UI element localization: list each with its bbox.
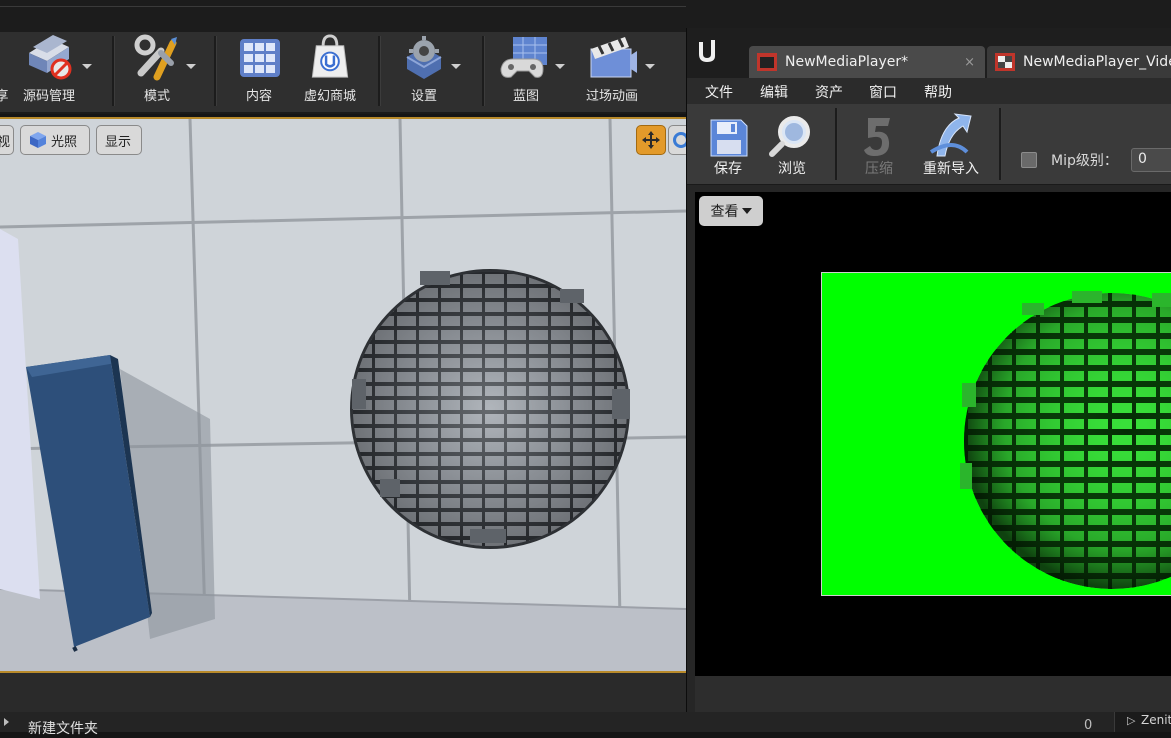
zenith-item[interactable]: ▷ Zenit — [1114, 712, 1171, 732]
lit-label: 光照 — [51, 134, 78, 150]
compress-button[interactable]: 压缩 — [857, 104, 901, 184]
cinematics-dropdown-icon[interactable] — [645, 64, 655, 69]
settings-button[interactable]: 设置 — [394, 32, 454, 110]
marketplace-label: 虚幻商城 — [303, 89, 356, 104]
editor-status-bar — [695, 676, 1171, 712]
menu-edit[interactable]: 编辑 — [760, 82, 788, 102]
media-player-editor: NewMediaPlayer* × NewMediaPlayer_Vide 文件… — [686, 28, 1171, 712]
menu-asset[interactable]: 资产 — [815, 82, 843, 102]
scene-render — [0, 119, 686, 671]
move-arrows-icon — [642, 131, 660, 149]
modes-icon — [134, 34, 177, 81]
item-count: 0 — [1084, 718, 1093, 733]
view-options-label: 查看 — [710, 204, 739, 220]
modes-label: 模式 — [143, 89, 170, 104]
marketplace-icon — [311, 34, 349, 78]
zenith-expand-icon: ▷ — [1127, 714, 1136, 727]
reimport-icon — [929, 113, 972, 157]
tab-new-media-player-video[interactable]: NewMediaPlayer_Vide — [987, 46, 1171, 78]
browse-label: 浏览 — [778, 161, 806, 177]
editor-toolbar: 保存 浏览 压缩 重新导入 Mip级别： 0 — [687, 104, 1171, 185]
reimport-label: 重新导入 — [923, 161, 979, 177]
content-icon — [240, 39, 280, 77]
view-mode-label: 视 — [0, 131, 10, 150]
zenith-label: Zenit — [1141, 713, 1171, 727]
toolbar-partial-button[interactable]: 享 — [0, 32, 9, 110]
settings-icon — [406, 36, 442, 79]
menu-window[interactable]: 窗口 — [869, 82, 897, 102]
translate-tool-button[interactable] — [636, 125, 666, 155]
toolbar-separator — [482, 36, 485, 106]
media-texture-asset-icon — [995, 53, 1015, 71]
source-control-button[interactable]: 源码管理 — [14, 32, 84, 110]
modes-dropdown-icon[interactable] — [186, 64, 196, 69]
menu-file[interactable]: 文件 — [705, 82, 733, 102]
marketplace-button[interactable]: 虚幻商城 — [296, 32, 364, 110]
editor-toolbar-separator — [835, 108, 838, 180]
tab-new-media-player-video-label: NewMediaPlayer_Vide — [1023, 54, 1171, 70]
content-button[interactable]: 内容 — [228, 32, 290, 110]
cinematics-label: 过场动画 — [585, 89, 638, 104]
content-label: 内容 — [245, 89, 272, 104]
source-control-icon — [29, 35, 72, 80]
rotate-icon — [673, 132, 686, 148]
settings-dropdown-icon[interactable] — [451, 64, 461, 69]
mip-level-checkbox[interactable] — [1021, 152, 1037, 168]
menu-help[interactable]: 帮助 — [924, 82, 952, 102]
toolbar-partial-label: 享 — [0, 89, 9, 104]
lit-button[interactable]: 光照 — [20, 125, 90, 155]
mip-level-value: 0 — [1138, 151, 1147, 167]
view-mode-button[interactable]: 视 — [0, 125, 14, 155]
tab-new-media-player-label: NewMediaPlayer* — [785, 54, 909, 70]
video-frame-render — [960, 291, 1171, 589]
modes-button[interactable]: 模式 — [124, 32, 190, 110]
view-options-button[interactable]: 查看 — [699, 196, 763, 226]
toolbar-separator — [378, 36, 381, 106]
tab-new-media-player[interactable]: NewMediaPlayer* × — [749, 46, 985, 78]
show-button[interactable]: 显示 — [96, 125, 142, 155]
compress-icon — [864, 118, 890, 156]
toolbar-separator — [112, 36, 115, 106]
mip-level-input[interactable]: 0 — [1131, 148, 1171, 172]
rotate-tool-button[interactable] — [668, 125, 686, 155]
video-frame — [821, 272, 1171, 596]
viewport-footer — [0, 673, 686, 712]
content-browser-strip: 新建文件夹 0 ▷ Zenit — [0, 712, 1171, 737]
main-toolbar: 享 源码管理 模式 内容 虚幻商城 设置 蓝图 过场动画 — [0, 32, 686, 114]
editor-toolbar-separator — [999, 108, 1002, 180]
tab-close-icon[interactable]: × — [964, 55, 975, 70]
blueprints-label: 蓝图 — [512, 89, 539, 104]
level-viewport[interactable]: 视 光照 显示 — [0, 117, 686, 673]
show-label: 显示 — [105, 134, 132, 150]
expand-arrow-icon[interactable] — [4, 718, 9, 726]
toolbar-separator — [214, 36, 217, 106]
source-control-label: 源码管理 — [22, 89, 75, 104]
cinematics-button[interactable]: 过场动画 — [574, 32, 650, 110]
save-button[interactable]: 保存 — [705, 104, 751, 184]
save-label: 保存 — [714, 161, 742, 177]
editor-menu-bar: 文件 编辑 资产 窗口 帮助 — [687, 78, 1171, 104]
new-folder-label[interactable]: 新建文件夹 — [28, 718, 98, 738]
mip-level-label: Mip级别： — [1051, 153, 1118, 169]
browse-icon — [769, 116, 810, 157]
browse-button[interactable]: 浏览 — [767, 104, 817, 184]
settings-label: 设置 — [410, 89, 437, 104]
cinematics-icon — [590, 37, 637, 78]
media-player-asset-icon — [757, 53, 777, 71]
lit-cube-icon — [30, 132, 46, 148]
chevron-down-icon — [741, 208, 752, 214]
blueprints-button[interactable]: 蓝图 — [496, 32, 556, 110]
blueprints-dropdown-icon[interactable] — [555, 64, 565, 69]
blueprints-icon — [500, 37, 547, 78]
source-control-dropdown-icon[interactable] — [82, 64, 92, 69]
unreal-logo-icon — [693, 36, 721, 64]
compress-label: 压缩 — [865, 161, 893, 177]
texture-preview[interactable]: 查看 — [695, 192, 1171, 676]
reimport-button[interactable]: 重新导入 — [917, 104, 985, 184]
save-icon — [710, 119, 748, 157]
